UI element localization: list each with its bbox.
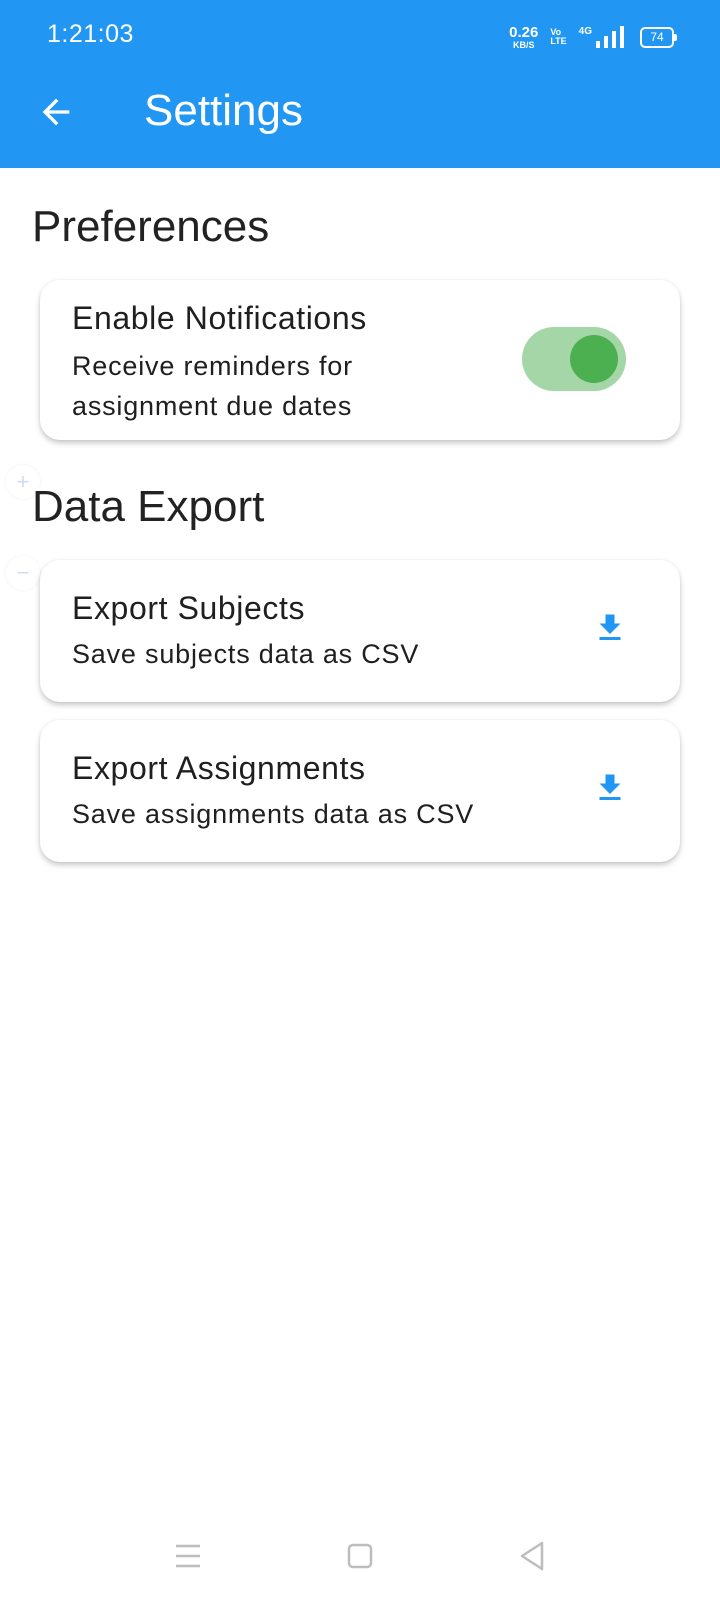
back-button[interactable] xyxy=(36,92,76,132)
system-nav-bar xyxy=(0,1520,720,1600)
toggle-thumb xyxy=(570,335,618,383)
status-time: 1:21:03 xyxy=(47,20,134,48)
data-export-section-title: Data Export xyxy=(32,482,265,531)
signal-icon: 4G xyxy=(579,26,624,48)
back-arrow-icon xyxy=(42,98,70,126)
download-icon[interactable] xyxy=(592,770,628,806)
battery-level: 74 xyxy=(650,30,664,44)
page-title: Settings xyxy=(144,86,303,135)
notifications-title: Enable Notifications xyxy=(72,300,367,336)
preferences-section-title: Preferences xyxy=(32,202,270,251)
zoom-out-button[interactable]: − xyxy=(6,556,40,590)
export-assignments-subtitle: Save assignments data as CSV xyxy=(72,799,475,829)
export-subjects-subtitle: Save subjects data as CSV xyxy=(72,639,420,669)
notifications-subtitle-line1: Receive reminders for xyxy=(72,351,353,381)
home-nav-icon[interactable] xyxy=(340,1536,380,1576)
export-subjects-card[interactable]: Export Subjects Save subjects data as CS… xyxy=(40,560,680,702)
battery-icon: 74 xyxy=(640,26,677,48)
app-bar: 1:21:03 0.26 KB/S Vo LTE 4G 74 Settings xyxy=(0,0,720,168)
network-type: 4G xyxy=(578,26,592,37)
export-assignments-title: Export Assignments xyxy=(72,750,366,786)
export-subjects-title: Export Subjects xyxy=(72,590,306,626)
export-assignments-card[interactable]: Export Assignments Save assignments data… xyxy=(40,720,680,862)
download-icon[interactable] xyxy=(592,610,628,646)
menu-nav-icon[interactable] xyxy=(168,1536,208,1576)
network-speed-value: 0.26 xyxy=(509,23,539,41)
network-speed-unit: KB/S xyxy=(512,39,535,50)
volte-icon: Vo LTE xyxy=(550,28,566,46)
notifications-toggle[interactable] xyxy=(522,327,626,391)
notifications-subtitle-line2: assignment due dates xyxy=(72,391,353,421)
back-nav-icon[interactable] xyxy=(512,1536,552,1576)
status-icons: 0.26 KB/S Vo LTE 4G 74 xyxy=(509,22,677,52)
network-speed: 0.26 KB/S xyxy=(509,25,538,50)
volte-bottom: LTE xyxy=(550,36,567,46)
notifications-card: Enable Notifications Receive reminders f… xyxy=(40,280,680,440)
